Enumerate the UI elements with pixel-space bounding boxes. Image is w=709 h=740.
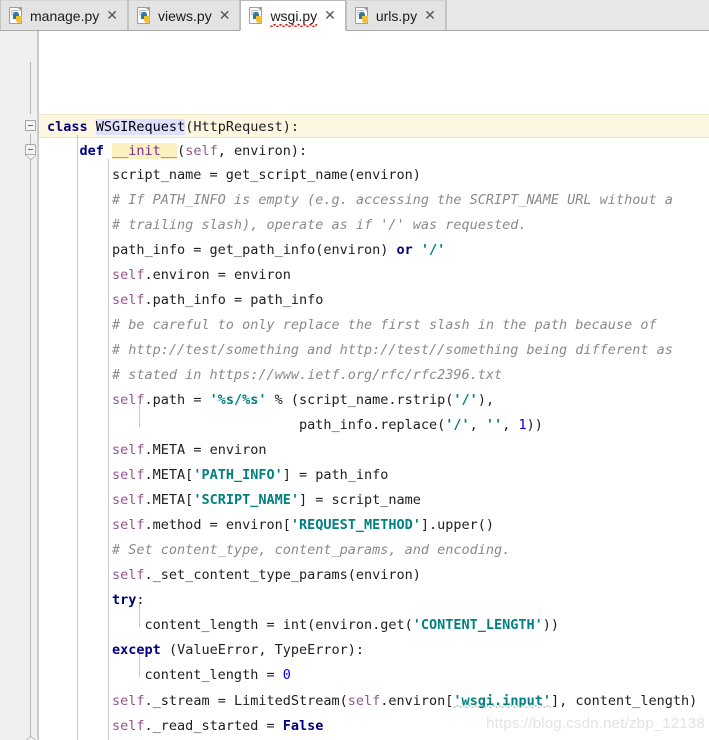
code-line: # be careful to only replace the first s… xyxy=(47,317,657,333)
code-line: path_info = get_path_info(environ) or '/… xyxy=(47,242,446,258)
pycharm-editor-window: manage.py ✕ views.py ✕ wsgi.py ✕ urls.py… xyxy=(0,0,709,740)
code-line: # Set content_type, content_params, and … xyxy=(47,542,511,558)
code-line: class WSGIRequest(HttpRequest): xyxy=(47,119,299,135)
code-line: # http://test/something and http://test/… xyxy=(47,342,673,358)
code-line: self._set_content_type_params(environ) xyxy=(112,567,421,583)
code-line: self.path_info = path_info xyxy=(112,292,324,308)
python-file-icon xyxy=(9,6,25,25)
tab-bar-empty-space xyxy=(445,0,709,30)
code-line: self.environ = environ xyxy=(112,267,291,283)
code-line: self._stream = LimitedStream(self.enviro… xyxy=(112,693,698,709)
code-line: self.META['SCRIPT_NAME'] = script_name xyxy=(112,492,421,508)
code-line: path_info.replace('/', '', 1)) xyxy=(47,417,543,433)
code-line: try: xyxy=(112,592,145,608)
editor-tab-urls-py[interactable]: urls.py ✕ xyxy=(345,0,446,30)
code-line: content_length = int(environ.get('CONTEN… xyxy=(47,617,560,633)
code-line: def __init__(self, environ): xyxy=(79,143,308,159)
code-line: # trailing slash), operate as if '/' was… xyxy=(47,217,527,233)
editor-tab-manage-py[interactable]: manage.py ✕ xyxy=(0,0,129,30)
code-line: self.method = environ['REQUEST_METHOD'].… xyxy=(112,517,495,533)
code-line: script_name = get_script_name(environ) xyxy=(47,167,421,183)
close-icon[interactable]: ✕ xyxy=(422,9,438,23)
code-line: self.META = environ xyxy=(112,442,267,458)
code-content[interactable]: class WSGIRequest(HttpRequest): def __in… xyxy=(0,31,709,740)
code-line: self.path = '%s/%s' % (script_name.rstri… xyxy=(112,392,495,408)
close-icon[interactable]: ✕ xyxy=(104,9,120,23)
python-file-icon xyxy=(249,6,265,25)
tab-label: manage.py xyxy=(30,7,100,24)
code-line: self._read_started = False xyxy=(112,718,324,734)
python-file-icon xyxy=(137,6,153,25)
editor-tab-bar: manage.py ✕ views.py ✕ wsgi.py ✕ urls.py… xyxy=(0,0,709,31)
tab-label: wsgi.py xyxy=(270,7,318,27)
code-line: # stated in https://www.ietf.org/rfc/rfc… xyxy=(47,367,503,383)
code-editor[interactable]: class WSGIRequest(HttpRequest): def __in… xyxy=(0,31,709,740)
tab-label: urls.py xyxy=(375,7,418,24)
code-line: self.META['PATH_INFO'] = path_info xyxy=(112,467,389,483)
python-file-icon xyxy=(354,6,371,25)
editor-tab-wsgi-py[interactable]: wsgi.py ✕ xyxy=(240,0,346,31)
code-line: content_length = 0 xyxy=(47,667,291,683)
tab-label: views.py xyxy=(158,7,212,24)
editor-tab-views-py[interactable]: views.py ✕ xyxy=(128,0,241,30)
close-icon[interactable]: ✕ xyxy=(217,9,233,23)
close-icon[interactable]: ✕ xyxy=(322,9,338,23)
code-line: # If PATH_INFO is empty (e.g. accessing … xyxy=(47,192,673,208)
code-line: except (ValueError, TypeError): xyxy=(112,642,365,658)
